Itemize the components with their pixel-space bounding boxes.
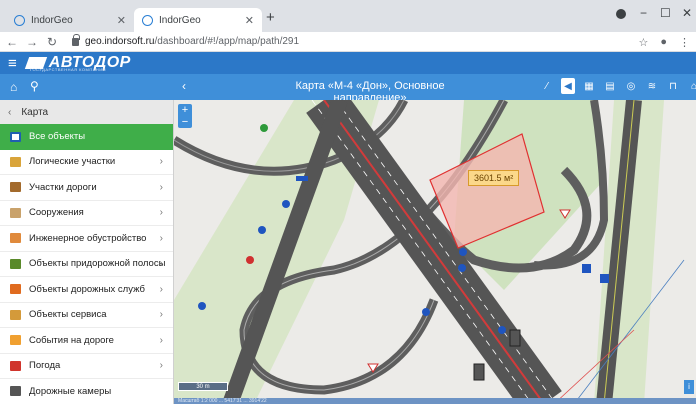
- grid-icon[interactable]: ▦: [582, 78, 596, 94]
- search-icon[interactable]: ⚲: [30, 79, 39, 93]
- forward-arrow-icon[interactable]: →: [24, 35, 40, 49]
- globe-icon: [14, 14, 25, 26]
- stack-icon[interactable]: ≋: [645, 78, 659, 94]
- tab-title: IndorGeo: [31, 14, 73, 26]
- ruler-icon[interactable]: ⁄: [540, 78, 554, 94]
- road-section-icon: [10, 182, 21, 193]
- sidebar-item-label: Объекты дорожных служб: [29, 283, 145, 295]
- sidebar-item[interactable]: Объекты придорожной полосы ›: [0, 252, 173, 277]
- chevron-right-icon: ›: [159, 207, 163, 219]
- info-button[interactable]: i: [684, 380, 694, 394]
- bookmark-icon[interactable]: ⊓: [666, 78, 680, 94]
- browser-tab-1[interactable]: IndorGeo ✕: [6, 8, 134, 32]
- zoom-out-button[interactable]: −: [178, 116, 192, 128]
- sidebar-item[interactable]: Объекты дорожных служб ›: [0, 277, 173, 303]
- chevron-right-icon: ›: [159, 181, 163, 193]
- menu-dots-icon[interactable]: ⋮: [679, 36, 690, 49]
- back-arrow-icon[interactable]: ←: [4, 35, 20, 49]
- chevron-right-icon: ›: [159, 334, 163, 346]
- map-drawing: [174, 100, 685, 404]
- url-path: /dashboard/#!/app/map/path/291: [154, 36, 300, 47]
- structure-icon: [10, 207, 21, 218]
- close-window-button[interactable]: ✕: [682, 6, 692, 20]
- lock-icon[interactable]: [72, 33, 80, 46]
- sidebar-item-label: Объекты придорожной полосы: [29, 258, 166, 270]
- star-icon[interactable]: ☆: [638, 36, 648, 49]
- event-icon: [10, 335, 21, 346]
- browser-tab-2[interactable]: IndorGeo ✕: [134, 8, 262, 32]
- camera-icon: [10, 386, 21, 397]
- address-bar: ← → ↻ geo.indorsoft.ru/dashboard/#!/app/…: [0, 32, 696, 52]
- map-status-bar: Масштаб 1:2 000 ... 5417'31 ... 3914'22: [174, 398, 696, 404]
- layers-icon[interactable]: ◀: [561, 78, 575, 94]
- map-toolbar: ⌂ ⚲ ‹ Карта «М-4 «Дон», Основное направл…: [0, 74, 696, 104]
- home-icon[interactable]: ⌂: [10, 80, 17, 94]
- road-service-icon: [10, 284, 21, 295]
- print-icon[interactable]: ▤: [603, 78, 617, 94]
- sidebar-item[interactable]: Сооружения ›: [0, 201, 173, 226]
- logo-subtitle: ГОСУДАРСТВЕННАЯ КОМПАНИЯ: [30, 67, 107, 72]
- chevron-right-icon: ›: [159, 156, 163, 168]
- chevron-right-icon: ›: [159, 258, 163, 270]
- sidebar-list: Все объекты Логические участки › Участки до…: [0, 124, 173, 404]
- profile-icon[interactable]: [616, 9, 626, 19]
- roadside-icon: [10, 258, 21, 269]
- map-tools: ⁄ ◀ ▦ ▤ ◎ ≋ ⊓ ⌂: [540, 78, 696, 94]
- sidebar-item[interactable]: Все объекты: [0, 124, 173, 150]
- sidebar-item-label: Участки дороги: [29, 181, 97, 193]
- scale-bar: 30 m: [178, 382, 228, 391]
- sidebar-title: Карта: [21, 106, 49, 118]
- layers-sidebar: ‹ Карта Все объекты Логические участки › Уч…: [0, 100, 174, 404]
- sidebar-item-label: События на дороге: [29, 334, 114, 346]
- sidebar-item-label: Логические участки: [29, 156, 116, 168]
- minimize-button[interactable]: −: [640, 6, 647, 20]
- target-icon[interactable]: ◎: [624, 78, 638, 94]
- close-icon[interactable]: ✕: [117, 14, 126, 27]
- reload-icon[interactable]: ↻: [44, 35, 60, 49]
- chevron-right-icon: ›: [159, 283, 163, 295]
- sidebar-item-label: Сооружения: [29, 207, 84, 219]
- chevron-right-icon: ›: [159, 309, 163, 321]
- sidebar-item-label: Все объекты: [29, 131, 86, 143]
- chevron-left-icon[interactable]: ‹: [182, 79, 186, 93]
- sidebar-item[interactable]: Дорожные камеры: [0, 379, 173, 404]
- engineering-icon: [10, 233, 21, 244]
- objects-icon: [10, 131, 21, 142]
- account-icon[interactable]: ●: [660, 36, 667, 49]
- sidebar-item-label: Погода: [29, 360, 61, 372]
- url-host: geo.indorsoft.ru: [85, 36, 155, 47]
- service-icon: [10, 309, 21, 320]
- sidebar-item-label: Дорожные камеры: [29, 385, 112, 397]
- app-header: ≡ АВТОДОР ГОСУДАРСТВЕННАЯ КОМПАНИЯ: [0, 52, 696, 74]
- area-measure-label[interactable]: 3601.5 м²: [468, 170, 520, 186]
- sidebar-item-label: Объекты сервиса: [29, 309, 107, 321]
- new-tab-button[interactable]: +: [266, 9, 275, 26]
- sidebar-item[interactable]: Логические участки ›: [0, 150, 173, 175]
- sidebar-item[interactable]: Инженерное обустройство ›: [0, 226, 173, 252]
- sidebar-item[interactable]: События на дороге ›: [0, 328, 173, 354]
- sidebar-header[interactable]: ‹ Карта: [0, 100, 173, 124]
- sidebar-item[interactable]: Участки дороги ›: [0, 175, 173, 201]
- hamburger-menu-icon[interactable]: ≡: [8, 55, 17, 72]
- sidebar-item[interactable]: Объекты сервиса ›: [0, 303, 173, 328]
- sidebar-item[interactable]: Погода ›: [0, 354, 173, 379]
- browser-window: IndorGeo ✕ IndorGeo ✕ + − ☐ ✕ ← → ↻ geo.…: [0, 0, 696, 404]
- building-icon[interactable]: ⌂: [687, 78, 696, 94]
- maximize-button[interactable]: ☐: [660, 6, 671, 20]
- chevron-right-icon: ›: [159, 232, 163, 244]
- zoom-in-button[interactable]: +: [178, 104, 192, 116]
- map-canvas[interactable]: + − 3601.5 м² 30 m i Масштаб 1:2 000 ...…: [174, 100, 696, 404]
- chevron-left-icon: ‹: [8, 106, 12, 118]
- url-field[interactable]: geo.indorsoft.ru/dashboard/#!/app/map/pa…: [85, 36, 299, 47]
- segment-icon: [10, 156, 21, 167]
- weather-icon: [10, 360, 21, 371]
- zoom-control: + −: [178, 104, 192, 128]
- tab-title: IndorGeo: [159, 14, 201, 26]
- close-icon[interactable]: ✕: [245, 14, 254, 27]
- sidebar-item-label: Инженерное обустройство: [29, 232, 147, 244]
- tab-strip: IndorGeo ✕ IndorGeo ✕ + − ☐ ✕: [0, 0, 696, 32]
- chevron-right-icon: ›: [159, 360, 163, 372]
- globe-icon: [142, 14, 153, 26]
